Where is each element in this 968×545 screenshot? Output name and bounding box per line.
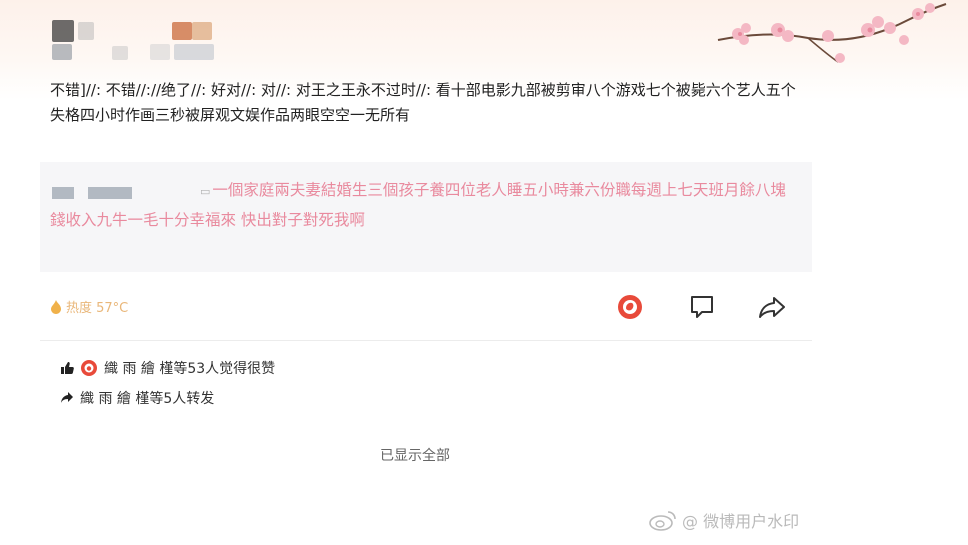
divider — [40, 340, 812, 341]
watermark-text: @ 微博用户水印 — [682, 512, 800, 531]
fire-icon — [51, 299, 61, 314]
weibo-watermark: @ 微博用户水印 — [648, 508, 799, 532]
weibo-like-icon — [618, 295, 642, 319]
likes-summary[interactable]: 織 雨 繪 槿等53人觉得很赞 — [60, 358, 275, 378]
quoted-post-text: ▭ 一個家庭兩夫妻結婚生三個孩子養四位老人睡五小時兼六份職每週上七天班月餘八塊錢收… — [50, 176, 800, 235]
quote-image-icon: ▭ — [200, 185, 211, 198]
reposts-summary[interactable]: 織 雨 繪 槿等5人转发 — [60, 388, 214, 408]
share-action[interactable] — [756, 292, 788, 322]
weibo-like-icon — [81, 360, 97, 376]
repost-arrow-icon — [61, 392, 73, 403]
username-blur-2 — [112, 46, 128, 60]
weibo-logo-icon — [649, 511, 676, 531]
cherry-blossom-decoration — [717, 3, 947, 63]
like-action[interactable] — [614, 292, 646, 322]
likes-summary-text: 織 雨 繪 槿等53人觉得很赞 — [104, 361, 276, 377]
comment-icon — [691, 296, 713, 318]
username-blur-5 — [192, 22, 212, 40]
post-body-text: 不错]//: 不错//://绝了//: 好对//: 对//: 对王之王永不过时/… — [50, 81, 796, 124]
quoted-post[interactable]: ▭ 一個家庭兩夫妻結婚生三個孩子養四位老人睡五小時兼六份職每週上七天班月餘八塊錢收… — [40, 162, 812, 272]
avatar[interactable] — [52, 20, 74, 42]
hot-score: 热度 57°C — [50, 297, 128, 316]
quoted-post-text-content: 一個家庭兩夫妻結婚生三個孩子養四位老人睡五小時兼六份職每週上七天班月餘八塊錢收入… — [50, 181, 786, 229]
author-header[interactable] — [52, 20, 252, 68]
share-icon — [759, 297, 785, 318]
avatar-blur-2 — [52, 44, 72, 60]
show-all-label: 已显示全部 — [380, 448, 450, 464]
reposts-summary-text: 織 雨 繪 槿等5人转发 — [80, 391, 215, 407]
comment-action[interactable] — [686, 292, 718, 322]
username-blur — [78, 22, 94, 40]
thumb-up-icon — [61, 362, 74, 374]
hot-score-label: 热度 57°C — [66, 301, 129, 316]
username-blur-3 — [150, 44, 170, 60]
username-blur-4 — [172, 22, 192, 40]
username-blur-6 — [174, 44, 214, 60]
